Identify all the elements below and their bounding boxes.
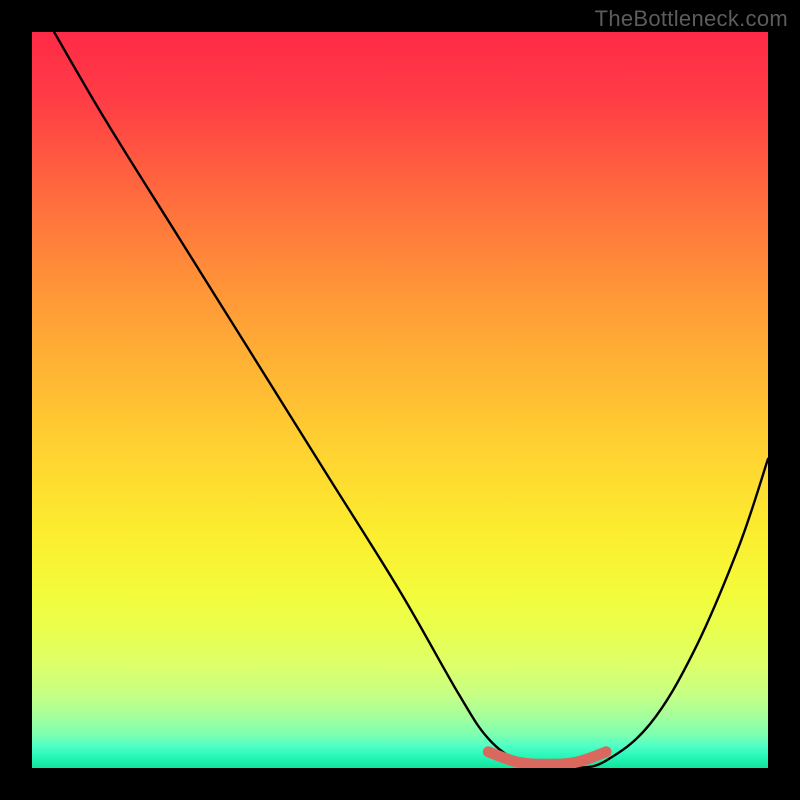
watermark-text: TheBottleneck.com [595, 6, 788, 32]
chart-frame: TheBottleneck.com [0, 0, 800, 800]
bottleneck-curve [54, 32, 768, 768]
curve-layer [32, 32, 768, 768]
optimal-range-highlight [488, 752, 606, 765]
plot-area [32, 32, 768, 768]
